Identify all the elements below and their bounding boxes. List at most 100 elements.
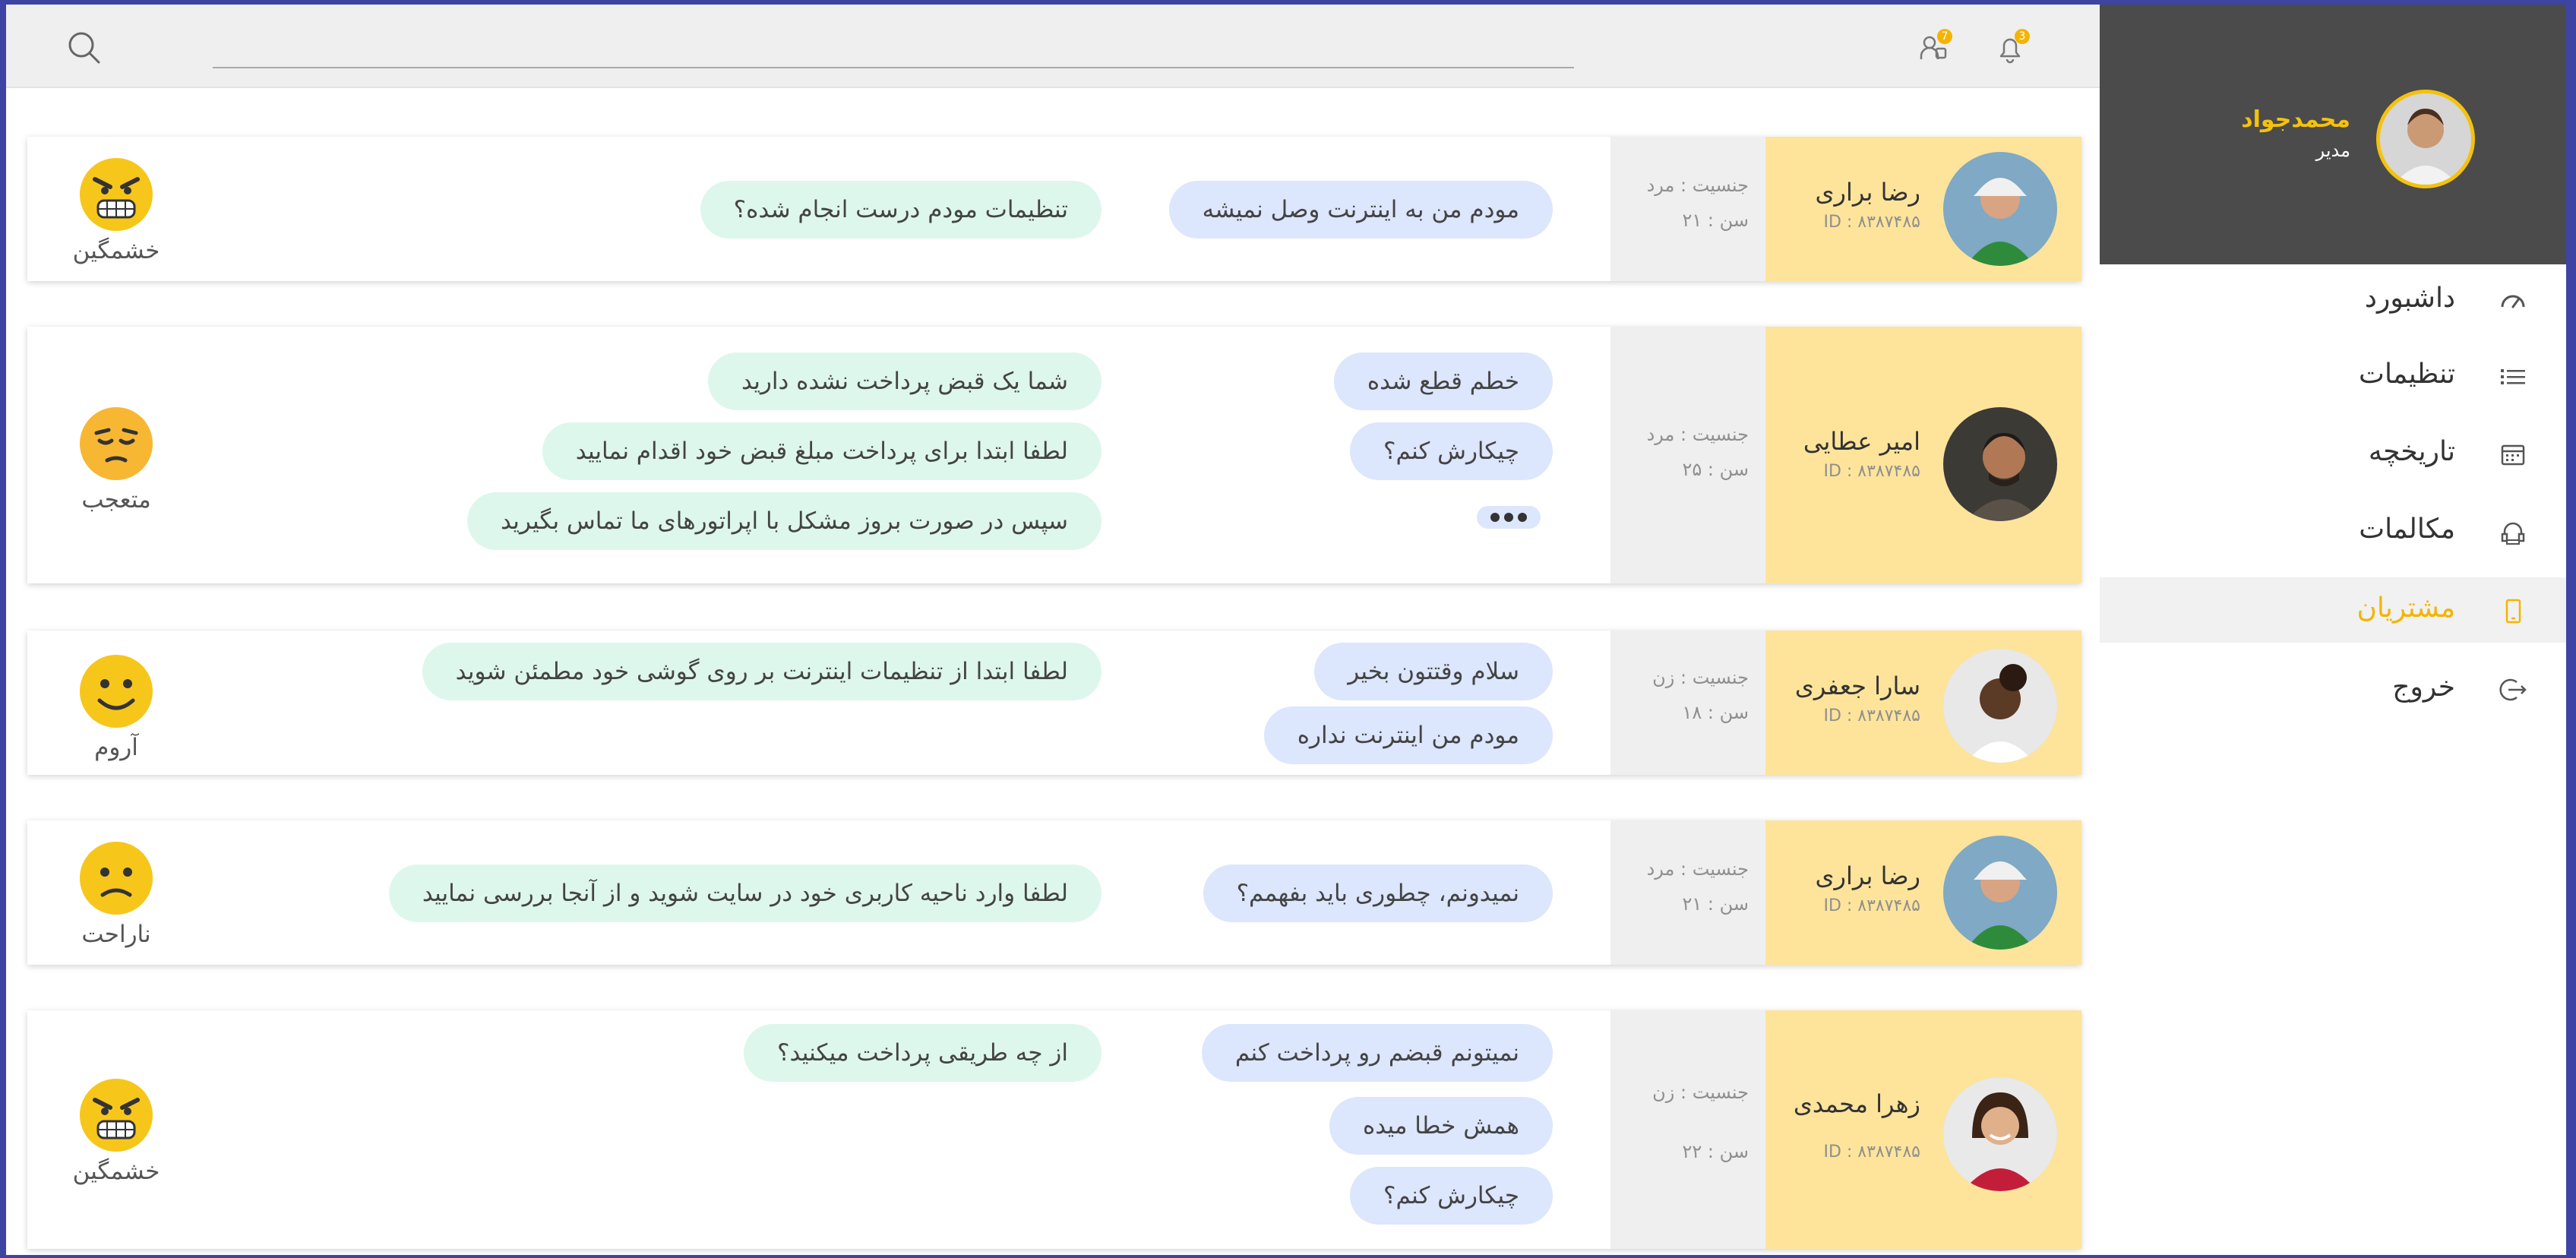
logout-icon [2499,678,2527,701]
user-panel: رضا براری ID : ۸۳۸۷۴۸۵ [1765,820,2081,965]
customer-card[interactable]: زهرا محمدی ID : ۸۳۸۷۴۸۵ جنسیت : زن سن : … [27,1010,2081,1249]
customer-name: زهرا محمدی [1793,1089,1920,1118]
info-panel: جنسیت : مرد سن : ۲۱ [1610,820,1765,965]
search-icon[interactable] [64,27,105,68]
typing-indicator [1477,506,1541,529]
notifications-button[interactable]: 3 [1989,27,2031,70]
headset-icon [2501,522,2525,545]
customer-name: امیر عطایی [1803,427,1920,456]
user-panel: سارا جعفری ID : ۸۳۸۷۴۸۵ [1765,631,2081,775]
sidebar-item-label: تاریخچه [2368,436,2455,467]
emotion-indicator: ناراحت [65,840,167,948]
customer-message: سلام وقتتون بخیر [1314,643,1553,700]
age-label: سن : ۲۱ [1682,210,1749,231]
agent-message: لطفا ابتدا برای پرداخت مبلغ قبض خود اقدا… [542,422,1102,480]
gender-label: جنسیت : مرد [1646,858,1749,880]
gender-label: جنسیت : مرد [1646,175,1749,196]
customer-message: خطم قطع شده [1333,352,1553,410]
profile-role: مدیر [2315,140,2350,161]
customer-card[interactable]: رضا براری ID : ۸۳۸۷۴۸۵ جنسیت : مرد سن : … [27,137,2081,281]
age-label: سن : ۱۸ [1682,702,1749,723]
notifications-badge: 3 [2015,29,2030,44]
info-panel: جنسیت : مرد سن : ۲۵ [1610,327,1765,583]
avatar[interactable] [1943,836,2057,950]
sad-face-icon [80,842,153,915]
sidebar-item-conversations[interactable]: مکالمات [2100,498,2566,564]
sidebar-item-customers[interactable]: مشتریان [2100,577,2566,643]
customer-message: چیکارش کنم؟ [1350,1167,1553,1225]
customer-name: رضا براری [1815,861,1921,890]
customer-id: ID : ۸۳۸۷۴۸۵ [1823,213,1920,232]
info-panel: جنسیت : زن سن : ۱۸ [1610,631,1765,775]
emotion-indicator: خشمگین [65,156,167,264]
customer-message: نمیدونم، چطوری باید بفهمم؟ [1203,864,1553,922]
search-input[interactable] [213,67,1574,68]
sidebar-item-settings[interactable]: تنظیمات [2100,343,2566,409]
speedometer-icon [2501,295,2525,308]
emotion-indicator: آروم [65,653,167,761]
avatar[interactable] [2376,90,2475,188]
avatar[interactable] [1943,649,2057,763]
requests-button[interactable]: 7 [1911,27,1954,70]
avatar[interactable] [1943,1077,2057,1191]
emotion-label: ناراحت [81,921,151,948]
emotion-label: متعجب [81,486,151,514]
avatar[interactable] [1943,152,2057,266]
requests-badge: 7 [1937,29,1952,44]
agent-message: لطفا وارد ناحیه کاربری خود در سایت شوید … [388,864,1102,922]
customer-card[interactable]: سارا جعفری ID : ۸۳۸۷۴۸۵ جنسیت : زن سن : … [27,631,2081,775]
emotion-indicator: متعجب [65,406,167,514]
sidebar-item-history[interactable]: تاریخچه [2100,421,2566,486]
emotion-indicator: خشمگین [65,1077,167,1185]
gender-label: جنسیت : مرد [1646,424,1749,445]
user-panel: امیر عطایی ID : ۸۳۸۷۴۸۵ [1765,327,2081,583]
profile-name: محمدجواد [2241,106,2350,133]
customer-message: چیکارش کنم؟ [1350,422,1553,480]
customer-card[interactable]: امیر عطایی ID : ۸۳۸۷۴۸۵ جنسیت : مرد سن :… [27,327,2081,583]
customer-message: همش خطا میده [1329,1097,1553,1155]
emotion-label: آروم [94,734,138,761]
age-label: سن : ۲۱ [1682,893,1749,915]
agent-message: سپس در صورت بروز مشکل با اپراتورهای ما ت… [466,492,1102,550]
agent-message: لطفا ابتدا از تنظیمات اینترنت بر روی گوش… [422,643,1102,700]
user-panel: رضا براری ID : ۸۳۸۷۴۸۵ [1765,137,2081,281]
phone-icon [2505,599,2521,624]
customer-id: ID : ۸۳۸۷۴۸۵ [1823,706,1920,725]
gender-label: جنسیت : زن [1652,1082,1749,1103]
sidebar-item-logout[interactable]: خروج [2100,656,2566,722]
emotion-label: خشمگین [72,1158,160,1185]
sidebar-item-label: داشبورد [2364,283,2455,314]
sidebar-item-dashboard[interactable]: داشبورد [2100,267,2566,333]
list-icon [2501,369,2525,384]
angry-face-icon [80,1079,153,1152]
sidebar-item-label: مشتریان [2356,593,2455,624]
customer-message: مودم من اینترنت نداره [1263,706,1553,764]
user-panel: زهرا محمدی ID : ۸۳۸۷۴۸۵ [1765,1010,2081,1249]
age-label: سن : ۲۲ [1682,1141,1749,1162]
customer-id: ID : ۸۳۸۷۴۸۵ [1823,1143,1920,1162]
suspicious-face-icon [80,407,153,480]
agent-message: از چه طریقی پرداخت میکنید؟ [744,1024,1102,1082]
customer-name: رضا براری [1815,178,1921,207]
sidebar-item-label: مکالمات [2359,514,2455,545]
sidebar-item-label: تنظیمات [2359,359,2455,390]
info-panel: جنسیت : زن سن : ۲۲ [1610,1010,1765,1249]
customer-message: نمیتونم قبضم رو پرداخت کنم [1201,1024,1553,1082]
avatar[interactable] [1943,407,2057,521]
customer-card[interactable]: رضا براری ID : ۸۳۸۷۴۸۵ جنسیت : مرد سن : … [27,820,2081,965]
agent-message: شما یک قبض پرداخت نشده دارید [708,352,1102,410]
emotion-label: خشمگین [72,237,160,264]
customer-id: ID : ۸۳۸۷۴۸۵ [1823,896,1920,915]
customer-message: مودم من به اینترنت وصل نمیشه [1168,181,1553,239]
top-bar: 7 3 [6,5,2100,88]
info-panel: جنسیت : مرد سن : ۲۱ [1610,137,1765,281]
calendar-icon [2501,444,2525,466]
angry-face-icon [80,158,153,231]
gender-label: جنسیت : زن [1652,667,1749,688]
smiling-face-icon [80,655,153,728]
customer-id: ID : ۸۳۸۷۴۸۵ [1823,462,1920,481]
profile-header: محمدجواد مدیر [2100,5,2566,264]
age-label: سن : ۲۵ [1682,459,1749,480]
sidebar: محمدجواد مدیر داشبورد تنظیمات تاریخچه مک… [2100,5,2566,1255]
customer-name: سارا جعفری [1794,672,1920,700]
